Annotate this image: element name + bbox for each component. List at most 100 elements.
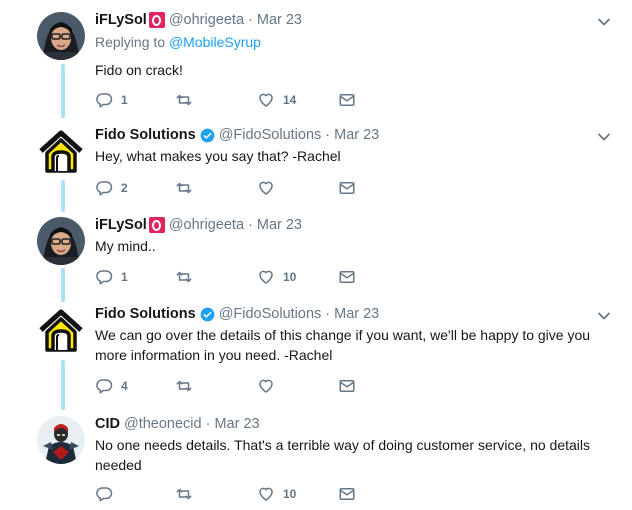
direct-message-button[interactable] [338,484,356,504]
fido-logo-icon [39,309,83,352]
tweet-actions: 1 10 [95,267,375,287]
direct-message-button[interactable] [338,376,356,396]
reply-icon [96,379,113,394]
reply-icon [96,270,113,285]
tweet[interactable]: Fido Solutions @FidoSolutions · Mar 23 W… [0,294,632,404]
retweet-icon [176,182,192,194]
reply-count: 1 [121,270,128,284]
like-button[interactable]: 10 [257,267,296,287]
avatar[interactable] [37,416,85,464]
chevron-down-icon[interactable] [596,129,612,145]
tweet[interactable]: Fido Solutions @FidoSolutions · Mar 23 H… [0,115,632,203]
retweet-button[interactable] [175,178,201,198]
tweet-date[interactable]: Mar 23 [214,416,259,432]
retweet-icon [176,488,192,500]
verified-badge-icon [200,307,215,321]
reply-icon [96,487,113,502]
retweet-icon [176,94,192,106]
heart-icon [259,270,273,284]
reply-count: 2 [121,181,128,195]
display-name[interactable]: Fido Solutions [95,127,196,143]
tweet-text: My mind.. [95,238,156,254]
verified-badge-icon [200,128,215,142]
like-count: 10 [283,487,297,501]
chevron-down-icon[interactable] [596,14,612,30]
reply-count: 1 [121,93,128,107]
heart-icon [259,181,273,195]
direct-message-button[interactable] [338,267,356,287]
tweet[interactable]: iFLySol @ohrigeeta · Mar 23 My mind.. 1 … [0,205,632,293]
o-emoji-icon [148,217,165,233]
retweet-button[interactable] [175,484,201,504]
user-handle[interactable]: @ohrigeeta [169,12,244,28]
tweet-text: Hey, what makes you say that? -Rachel [95,148,341,164]
like-button[interactable]: 14 [257,90,296,110]
tweet[interactable]: iFLySol @ohrigeeta · Mar 23 Replying to … [0,0,632,110]
user-handle[interactable]: @theonecid [124,416,202,432]
tweet-actions: 1 14 [95,90,375,110]
user-avatar-image [37,416,85,464]
display-name[interactable]: Fido Solutions [95,306,196,322]
tweet-actions: 10 [95,484,375,504]
separator-dot: · [248,217,253,233]
retweet-icon [176,271,192,283]
reply-button[interactable]: 1 [95,267,128,287]
display-name[interactable]: iFLySol [95,12,147,28]
user-handle[interactable]: @FidoSolutions [219,127,322,143]
reply-icon [96,93,113,108]
tweet-date[interactable]: Mar 23 [257,12,302,28]
tweet-date[interactable]: Mar 23 [334,306,379,322]
retweet-button[interactable] [175,90,201,110]
user-handle[interactable]: @FidoSolutions [219,306,322,322]
direct-message-button[interactable] [338,178,356,198]
direct-message-button[interactable] [338,90,356,110]
separator-dot: · [325,306,331,322]
replying-to: Replying to @MobileSyrup [95,34,612,54]
tweet-actions: 4 [95,376,375,396]
tweet-text: No one needs details. That's a terrible … [95,437,591,473]
reply-button[interactable]: 2 [95,178,128,198]
like-button[interactable] [257,376,283,396]
avatar[interactable] [37,217,85,265]
separator-dot: · [248,12,253,28]
avatar[interactable] [37,306,85,354]
heart-icon [259,487,273,501]
heart-icon [259,379,273,393]
chevron-down-icon[interactable] [596,308,612,324]
retweet-button[interactable] [175,267,201,287]
tweet-text: Fido on crack! [95,62,183,78]
like-button[interactable]: 10 [257,484,296,504]
mention-link[interactable]: @MobileSyrup [169,34,261,50]
heart-icon [259,93,273,107]
retweet-icon [176,380,192,392]
replying-prefix: Replying to [95,34,169,50]
avatar[interactable] [37,12,85,60]
reply-count: 4 [121,379,128,393]
o-emoji-icon [148,12,165,28]
envelope-icon [339,182,355,194]
reply-button[interactable]: 4 [95,376,128,396]
retweet-button[interactable] [175,376,201,396]
tweet-text: We can go over the details of this chang… [95,327,591,363]
user-avatar-image [37,12,85,60]
tweet-actions: 2 [95,178,375,198]
avatar[interactable] [37,127,85,175]
tweet-date[interactable]: Mar 23 [257,217,302,233]
tweet[interactable]: CID @theonecid · Mar 23 No one needs det… [0,404,632,510]
like-count: 10 [283,270,297,284]
user-handle[interactable]: @ohrigeeta [169,217,244,233]
envelope-icon [339,94,355,106]
tweet-date[interactable]: Mar 23 [334,127,379,143]
fido-logo-icon [39,130,83,173]
user-avatar-image [37,217,85,265]
separator-dot: · [205,416,211,432]
reply-icon [96,181,113,196]
reply-button[interactable]: 1 [95,90,128,110]
envelope-icon [339,488,355,500]
separator-dot: · [325,127,331,143]
display-name[interactable]: iFLySol [95,217,147,233]
like-button[interactable] [257,178,283,198]
reply-button[interactable] [95,484,121,504]
envelope-icon [339,380,355,392]
display-name[interactable]: CID [95,416,120,432]
